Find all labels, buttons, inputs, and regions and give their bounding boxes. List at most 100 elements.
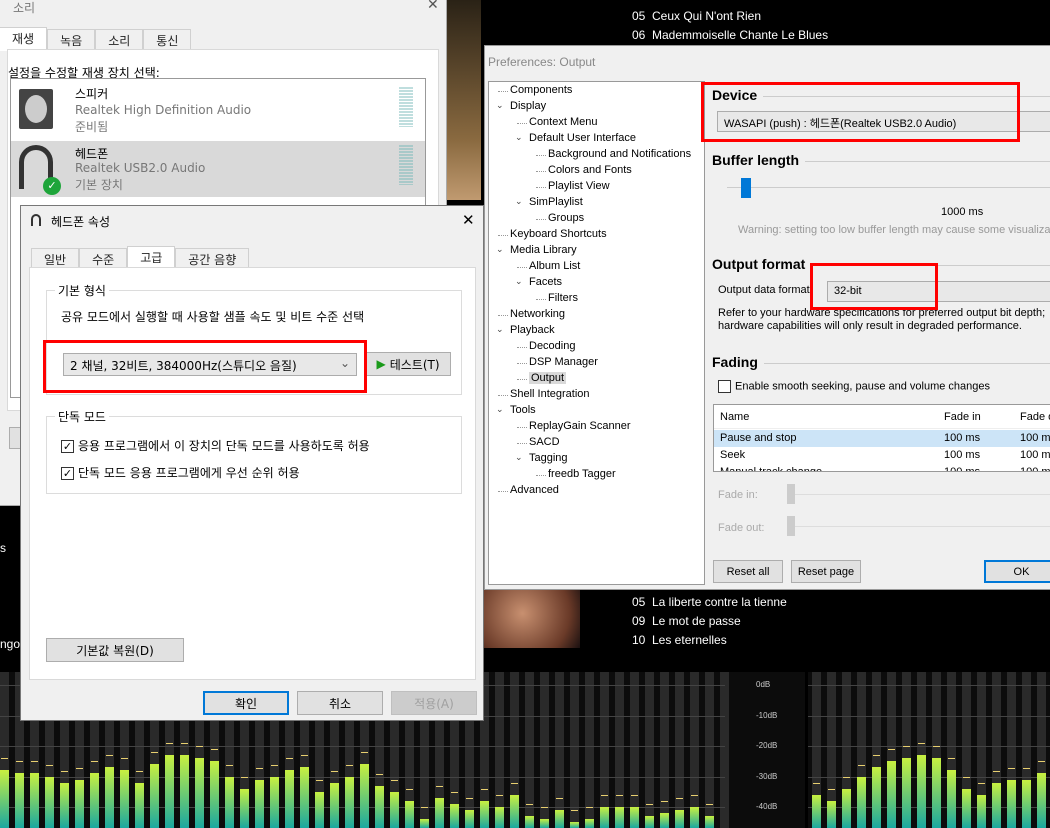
close-icon[interactable]: ✕ [462, 211, 475, 229]
tree-connector [536, 155, 546, 156]
chevron-down-icon[interactable]: ⌄ [515, 196, 523, 207]
test-button[interactable]: ▶ 테스트(T) [365, 352, 451, 376]
tree-item[interactable]: Colors and Fonts [548, 164, 632, 176]
tree-item[interactable]: Components [510, 84, 572, 96]
exclusive-mode-group: 단독 모드 ✓ 응용 프로그램에서 이 장치의 단독 모드를 사용하도록 허용 ✓… [46, 408, 462, 494]
tree-item[interactable]: Tagging [529, 452, 568, 464]
tree-connector [536, 299, 546, 300]
buffer-slider-thumb[interactable] [741, 178, 751, 198]
fade-out-label: Fade out: [718, 522, 765, 534]
group-label: 단독 모드 [55, 408, 109, 425]
device-driver: Realtek USB2.0 Audio [75, 161, 206, 175]
exclusive-priority-checkbox[interactable]: ✓ 단독 모드 응용 프로그램에게 우선 순위 허용 [61, 464, 300, 481]
tree-item[interactable]: ReplayGain Scanner [529, 420, 631, 432]
peak-marker [601, 795, 608, 796]
tree-item[interactable]: Decoding [529, 340, 575, 352]
table-row[interactable]: Manual track change 100 ms 100 ms [714, 464, 1050, 471]
tree-item[interactable]: Media Library [510, 244, 577, 256]
output-format-label: Output data format [718, 284, 810, 296]
column-header[interactable]: Fade o [1020, 411, 1050, 423]
device-item-speaker[interactable]: 스피커 Realtek High Definition Audio 준비됨 [11, 79, 425, 141]
peak-marker [661, 801, 668, 803]
buffer-slider-track[interactable] [727, 187, 1050, 188]
tree-item[interactable]: Advanced [510, 484, 559, 496]
tree-item[interactable]: Tools [510, 404, 536, 416]
tree-item[interactable]: Context Menu [529, 116, 597, 128]
chevron-down-icon[interactable]: ⌄ [496, 244, 504, 255]
cancel-button[interactable]: 취소 [297, 691, 383, 715]
reset-page-button[interactable]: Reset page [791, 560, 861, 583]
chevron-down-icon[interactable]: ⌄ [515, 452, 523, 463]
tree-item[interactable]: freedb Tagger [548, 468, 616, 480]
level-meter [399, 145, 413, 185]
reset-all-button[interactable]: Reset all [713, 560, 783, 583]
spectrum-bar [660, 813, 669, 828]
peak-marker [586, 807, 593, 809]
exclusive-allow-checkbox[interactable]: ✓ 응용 프로그램에서 이 장치의 단독 모드를 사용하도록 허용 [61, 437, 370, 454]
level-meter [399, 87, 413, 127]
tree-item[interactable]: Facets [529, 276, 562, 288]
peak-marker [406, 788, 413, 790]
tree-item[interactable]: Playback [510, 324, 555, 336]
column-header[interactable]: Name [720, 411, 749, 423]
spectrum-bar [390, 791, 399, 828]
chevron-down-icon[interactable]: ⌄ [515, 276, 523, 287]
track-title[interactable]: La liberte contre la tienne [652, 595, 787, 609]
device-item-headphones[interactable]: ✓ 헤드폰 Realtek USB2.0 Audio 기본 장치 [11, 141, 425, 197]
tree-item[interactable]: Keyboard Shortcuts [510, 228, 607, 240]
tree-item[interactable]: Shell Integration [510, 388, 590, 400]
spectrum-bar [645, 816, 654, 828]
tab-0[interactable]: 재생 [0, 27, 48, 51]
track-number: 06 [632, 28, 646, 42]
album-art-bottom [484, 590, 580, 648]
peak-marker [331, 770, 338, 772]
spectrum-bar [495, 807, 504, 828]
track-title[interactable]: Ceux Qui N'ont Rien [652, 9, 761, 23]
tree-item[interactable]: DSP Manager [529, 356, 598, 368]
close-icon[interactable]: ✕ [427, 0, 439, 13]
smooth-seeking-checkbox[interactable]: Enable smooth seeking, pause and volume … [718, 380, 990, 393]
tree-item[interactable]: Display [510, 100, 546, 112]
tree-item[interactable]: Playlist View [548, 180, 610, 192]
peak-marker [271, 764, 278, 766]
preferences-tree[interactable]: Components ⌄ Display Context Menu ⌄ Default U… [488, 81, 705, 585]
fading-table[interactable]: Name Fade in Fade o Pause and stop 100 ms 100… [713, 404, 1050, 472]
peak-marker [136, 770, 143, 772]
chevron-down-icon[interactable]: ⌄ [496, 100, 504, 111]
table-row[interactable]: Pause and stop 100 ms 100 ms [714, 430, 1050, 447]
tree-item[interactable]: Background and Notifications [548, 148, 691, 160]
peak-marker [286, 758, 293, 760]
spectrum-column [570, 672, 579, 828]
tree-item[interactable]: SimPlaylist [529, 196, 583, 208]
chevron-down-icon[interactable]: ⌄ [496, 324, 504, 335]
chevron-down-icon[interactable]: ⌄ [496, 404, 504, 415]
restore-defaults-button[interactable]: 기본값 복원(D) [46, 638, 184, 662]
chevron-down-icon[interactable]: ⌄ [515, 132, 523, 143]
checkbox-label: Enable smooth seeking, pause and volume … [735, 380, 991, 393]
track-title[interactable]: Les eternelles [652, 633, 727, 647]
spectrum-bar [1037, 773, 1046, 828]
track-title[interactable]: Mademmoiselle Chante Le Blues [652, 28, 828, 42]
peak-marker [706, 804, 713, 806]
tree-item[interactable]: SACD [529, 436, 560, 448]
ok-button[interactable]: 확인 [203, 691, 289, 715]
tree-item[interactable]: Groups [548, 212, 584, 224]
tree-connector [498, 395, 508, 396]
fade-out-track [795, 526, 1050, 527]
buffer-warning: Warning: setting too low buffer length m… [738, 224, 1050, 236]
tree-item[interactable]: Output [529, 372, 567, 384]
spectrum-bar [90, 773, 99, 828]
ok-button[interactable]: OK [984, 560, 1050, 583]
peak-marker [451, 791, 458, 793]
grid-line [808, 715, 1050, 717]
tree-item[interactable]: Networking [510, 308, 565, 320]
tree-item[interactable]: Default User Interface [529, 132, 636, 144]
tree-item[interactable]: Album List [529, 260, 580, 272]
tree-item[interactable]: Filters [548, 292, 578, 304]
peak-marker [676, 798, 683, 800]
table-row[interactable]: Seek 100 ms 100 ms [714, 447, 1050, 464]
spectrum-bar [992, 782, 1001, 828]
track-title[interactable]: Le mot de passe [652, 614, 741, 628]
column-header[interactable]: Fade in [944, 411, 981, 423]
table-cell: Seek [720, 449, 746, 461]
